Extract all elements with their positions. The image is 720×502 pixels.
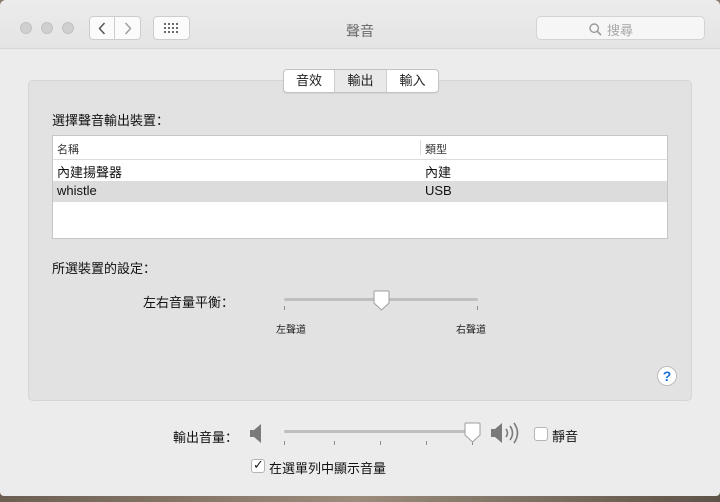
search-placeholder: 搜尋 (607, 23, 634, 38)
help-button[interactable]: ? (657, 366, 677, 386)
volume-slider-thumb[interactable] (464, 422, 481, 443)
volume-slider[interactable] (282, 422, 481, 448)
title-bar: 聲音 搜尋 (0, 0, 720, 49)
column-header-type[interactable]: 類型 (425, 141, 447, 157)
balance-slider[interactable] (282, 290, 480, 316)
device-type: USB (425, 183, 452, 198)
device-type: 內建 (425, 165, 452, 180)
slider-tick (334, 441, 335, 445)
slider-tick (477, 306, 478, 310)
column-divider (420, 140, 421, 155)
tab-input[interactable]: 輸入 (387, 70, 438, 92)
table-row-selected[interactable]: whistle USB (53, 181, 667, 202)
output-device-heading: 選擇聲音輸出裝置： (52, 113, 170, 128)
mute-checkbox[interactable] (534, 427, 548, 441)
balance-slider-thumb[interactable] (373, 290, 390, 311)
mute-label: 靜音 (552, 429, 579, 444)
device-name: 內建揚聲器 (57, 165, 123, 180)
show-volume-in-menubar-label: 在選單列中顯示音量 (269, 461, 387, 476)
right-channel-label: 右聲道 (456, 325, 486, 336)
device-name: whistle (57, 183, 97, 198)
output-volume-label: 輸出音量： (173, 430, 239, 445)
volume-slider-track (284, 430, 478, 433)
tab-output[interactable]: 輸出 (335, 70, 387, 92)
slider-tick (426, 441, 427, 445)
search-icon (589, 23, 602, 36)
tab-sound-effects[interactable]: 音效 (284, 70, 335, 92)
table-row[interactable]: 內建揚聲器 內建 (53, 160, 667, 181)
tab-bar: 音效 輸出 輸入 (283, 69, 439, 93)
balance-label: 左右音量平衡： (143, 295, 235, 310)
system-preferences-window: 聲音 搜尋 音效 輸出 輸入 選擇聲音輸出裝置： 名稱 類型 內建揚聲器 內建 … (0, 0, 720, 496)
device-settings-heading: 所選裝置的設定： (52, 261, 157, 276)
device-table[interactable]: 名稱 類型 內建揚聲器 內建 whistle USB (52, 135, 668, 239)
slider-tick (284, 441, 285, 445)
show-volume-in-menubar-checkbox[interactable]: ✓ (251, 457, 265, 473)
slider-tick (284, 306, 285, 310)
left-channel-label: 左聲道 (276, 325, 306, 336)
checkmark-icon: ✓ (253, 457, 264, 472)
speaker-low-icon[interactable] (249, 423, 264, 444)
speaker-high-icon[interactable] (490, 421, 524, 445)
column-header-name[interactable]: 名稱 (57, 141, 79, 157)
table-header: 名稱 類型 (53, 136, 667, 160)
slider-tick (380, 441, 381, 445)
search-field[interactable]: 搜尋 (536, 16, 705, 40)
